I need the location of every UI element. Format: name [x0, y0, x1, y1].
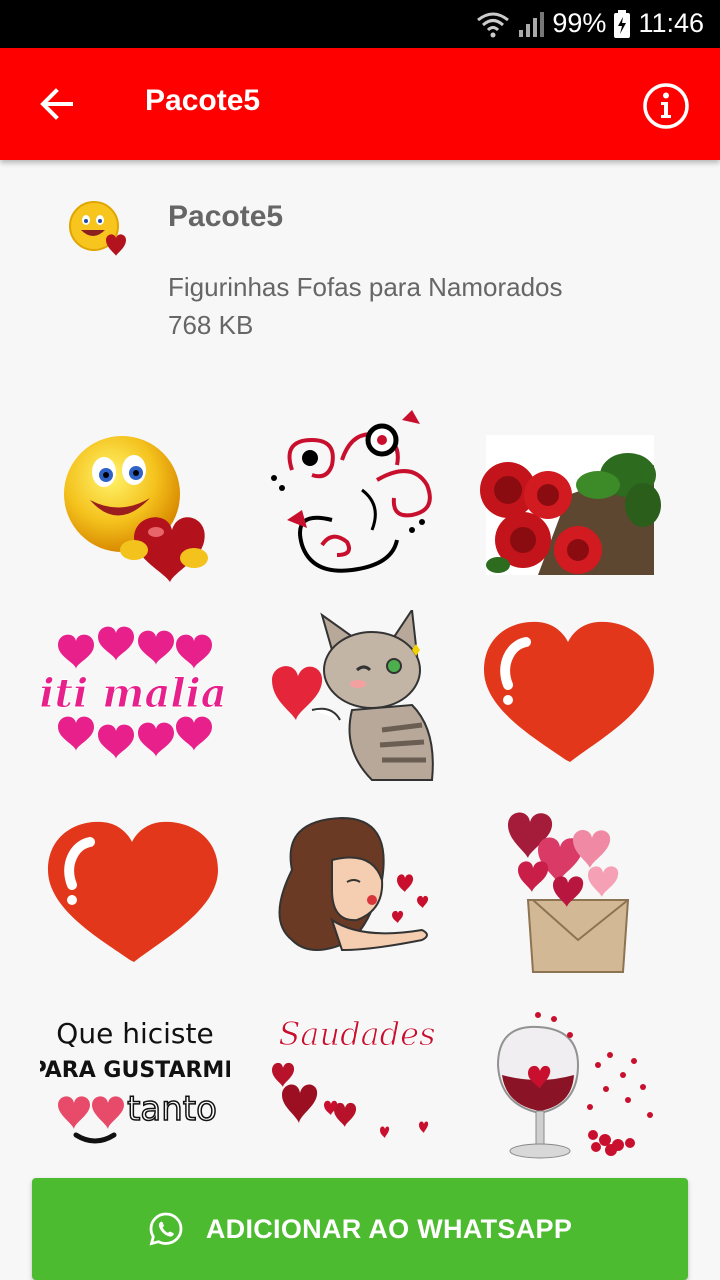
emoji-heart-sticker[interactable]	[38, 420, 228, 600]
que-hiciste-line-1: Que hiciste	[56, 1017, 213, 1050]
app-bar: Pacote5	[0, 48, 720, 160]
battery-charging-icon	[614, 9, 631, 38]
cat-heart-sticker[interactable]	[262, 610, 452, 790]
wifi-icon	[476, 10, 510, 38]
iti-malia-sticker[interactable]: iti malia	[38, 615, 228, 795]
info-button[interactable]	[642, 82, 690, 130]
red-roses-sticker[interactable]	[478, 425, 668, 605]
pack-tray-icon	[66, 198, 134, 266]
clock: 11:46	[638, 8, 704, 38]
app-bar-title: Pacote5	[145, 84, 261, 117]
red-heart-sticker[interactable]	[478, 610, 668, 790]
wine-glass-hearts-sticker[interactable]	[478, 1005, 668, 1185]
add-to-whatsapp-label: ADICIONAR AO WHATSAPP	[205, 1213, 573, 1244]
signal-icon	[518, 10, 545, 38]
que-hiciste-sticker[interactable]: Que hiciste PARA GUSTARME tanto	[40, 1005, 230, 1185]
hearts-box-sticker[interactable]	[478, 800, 668, 980]
saudades-sticker[interactable]: Saudades	[262, 1005, 452, 1185]
ornament-swirl-sticker[interactable]	[262, 410, 452, 590]
red-heart-sticker-2[interactable]	[42, 810, 232, 990]
arrow-back-icon	[40, 88, 73, 120]
status-icons: 99% 11:46	[476, 8, 704, 39]
add-to-whatsapp-button[interactable]: ADICIONAR AO WHATSAPP	[32, 1178, 688, 1280]
pack-name: Pacote5	[168, 200, 284, 233]
info-icon	[643, 83, 689, 129]
status-bar: 99% 11:46	[0, 0, 720, 48]
whatsapp-icon	[149, 1212, 183, 1246]
iti-malia-text: iti malia	[39, 670, 226, 717]
back-button[interactable]	[28, 76, 84, 132]
que-hiciste-line-3: tanto	[127, 1089, 217, 1129]
girl-kiss-sticker[interactable]	[262, 810, 452, 990]
battery-percent: 99%	[552, 8, 607, 38]
saudades-text: Saudades	[278, 1015, 435, 1053]
pack-header: Pacote5 Figurinhas Fofas para Namorados …	[0, 160, 720, 380]
pack-size: 768 KB	[168, 310, 254, 340]
pack-description: Figurinhas Fofas para Namorados	[168, 272, 563, 302]
que-hiciste-line-2: PARA GUSTARME	[40, 1058, 230, 1083]
